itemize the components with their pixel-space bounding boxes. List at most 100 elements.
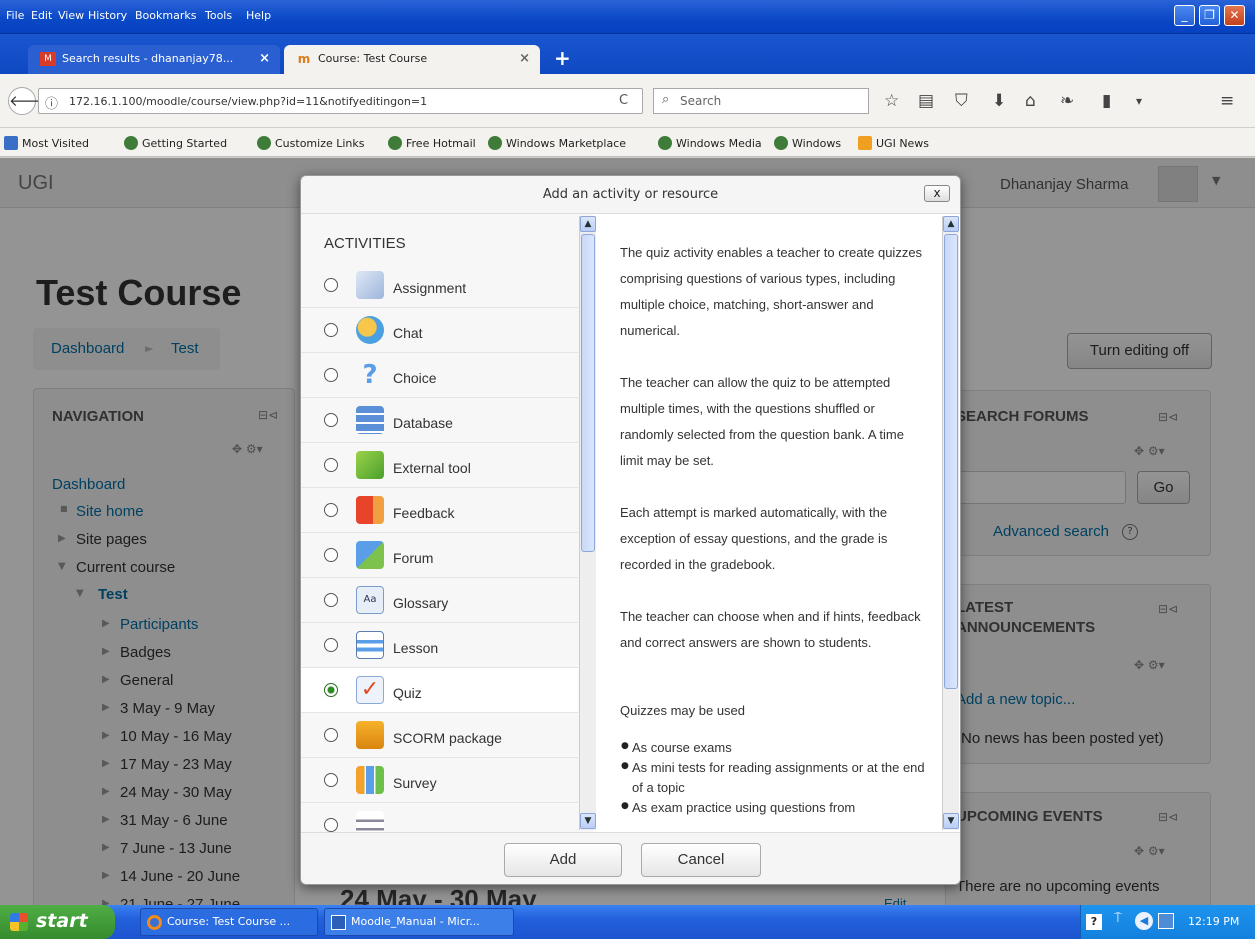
help-tray-icon[interactable]: ? [1086,914,1102,930]
tab-close-icon[interactable]: × [519,51,530,66]
radio-button[interactable] [324,638,338,652]
bookmark-most-visited[interactable]: Most Visited [4,136,89,150]
dialog-close-button[interactable]: x [924,185,950,202]
option-lesson[interactable]: Lesson [301,623,578,668]
radio-button[interactable] [324,818,338,832]
bookmark-free-hotmail[interactable]: Free Hotmail [388,136,476,150]
clock[interactable]: 12:19 PM [1188,915,1239,928]
info-icon[interactable]: ⓘ [45,93,58,112]
task-word[interactable]: Moodle_Manual - Micr... [324,908,514,936]
option-assignment[interactable]: Assignment [301,263,578,308]
radio-button[interactable] [324,323,338,337]
search-bar[interactable]: ⌕ Search [653,88,869,114]
radio-button[interactable] [324,728,338,742]
assignment-icon [356,271,384,299]
scroll-up-icon[interactable]: ▲ [580,216,596,232]
option-chat[interactable]: Chat [301,308,578,353]
arrow-left-icon[interactable]: ◀ [1135,912,1153,930]
scroll-down-icon[interactable]: ▼ [943,813,959,829]
tab-course[interactable]: m Course: Test Course × [284,45,540,74]
bookmark-getting-started[interactable]: Getting Started [124,136,227,150]
windows-logo-icon [10,913,28,931]
bookmark-windows-media[interactable]: Windows Media [658,136,762,150]
option-database[interactable]: Database [301,398,578,443]
activity-list-scrollbar[interactable]: ▲ ▼ [579,216,596,830]
back-button[interactable]: 🡐 [8,87,49,115]
menu-edit[interactable]: Edit [31,9,52,22]
globe-icon [774,136,788,150]
radio-button[interactable] [324,278,338,292]
radio-button[interactable] [324,503,338,517]
dropdown-icon[interactable]: ▾ [1136,91,1142,111]
add-button[interactable]: Add [504,843,622,877]
bookmark-label: Most Visited [22,137,89,150]
scroll-down-icon[interactable]: ▼ [580,813,596,829]
menu-help[interactable]: Help [246,9,271,22]
radio-button-selected[interactable] [324,683,338,697]
option-scorm-package[interactable]: SCORM package [301,713,578,758]
url-text[interactable]: 172.16.1.100/moodle/course/view.php?id=1… [69,95,427,108]
cancel-button[interactable]: Cancel [641,843,761,877]
new-tab-button[interactable]: + [554,46,571,70]
menu-file[interactable]: File [6,9,24,22]
option-survey[interactable]: Survey [301,758,578,803]
option-forum[interactable]: Forum [301,533,578,578]
bookmark-star-icon[interactable]: ☆ [884,91,899,111]
scroll-thumb[interactable] [581,234,595,552]
bookmark-ugi-news[interactable]: UGI News [858,136,929,150]
menu-bookmarks[interactable]: Bookmarks [135,9,196,22]
scroll-up-icon[interactable]: ▲ [943,216,959,232]
forum-icon [356,541,384,569]
radio-button[interactable] [324,368,338,382]
option-partial[interactable] [301,803,578,832]
option-glossary[interactable]: Aa Glossary [301,578,578,623]
activity-list: ACTIVITIES Assignment Chat ? Choice Data… [301,214,593,832]
pocket-icon[interactable]: ⛉ [955,91,968,111]
option-quiz[interactable]: ✓ Quiz [301,668,578,713]
menu-view[interactable]: View [58,9,84,22]
description-paragraph: The quiz activity enables a teacher to c… [620,245,923,338]
download-icon[interactable]: ⬇ [992,91,1006,111]
restore-button[interactable]: ❐ [1199,5,1220,26]
bookmark-customize-links[interactable]: Customize Links [257,136,365,150]
extension-icon[interactable]: ❧ [1060,91,1074,111]
url-bar[interactable]: ⓘ 172.16.1.100/moodle/course/view.php?id… [38,88,643,114]
radio-button[interactable] [324,548,338,562]
dialog-footer: Add Cancel [301,832,960,884]
window-close-button[interactable]: ✕ [1224,5,1245,26]
option-choice[interactable]: ? Choice [301,353,578,398]
menu-tools[interactable]: Tools [205,9,232,22]
globe-icon [124,136,138,150]
description-scrollbar[interactable]: ▲ ▼ [942,216,959,830]
reading-list-icon[interactable]: ▤ [918,91,934,111]
bookmark-windows-marketplace[interactable]: Windows Marketplace [488,136,626,150]
network-icon[interactable]: ⍑ [1114,911,1122,926]
task-firefox[interactable]: Course: Test Course ... [140,908,318,936]
radio-button[interactable] [324,458,338,472]
start-button[interactable]: start [0,905,115,939]
wiki-icon [356,811,384,832]
option-feedback[interactable]: Feedback [301,488,578,533]
home-icon[interactable]: ⌂ [1025,91,1036,111]
option-label: Feedback [393,505,455,521]
megaphone-icon [356,496,384,524]
radio-button[interactable] [324,413,338,427]
app-tray-icon[interactable] [1158,913,1174,929]
radio-button[interactable] [324,593,338,607]
tab-search-results[interactable]: M Search results - dhananjay78... × [28,45,280,74]
option-label: Chat [393,325,423,341]
hamburger-menu-icon[interactable]: ≡ [1220,91,1234,111]
scroll-thumb[interactable] [944,234,958,689]
radio-button[interactable] [324,773,338,787]
reload-icon[interactable]: C [619,93,628,108]
minimize-button[interactable]: _ [1174,5,1195,26]
option-label: Glossary [393,595,449,611]
clipboard-icon[interactable]: ▮ [1102,91,1111,111]
option-label: Quiz [393,685,422,701]
menu-history[interactable]: History [88,9,127,22]
use-list-item: As mini tests for reading assignments or… [632,760,925,795]
option-external-tool[interactable]: External tool [301,443,578,488]
dialog-header: Add an activity or resource x [301,176,960,214]
tab-close-icon[interactable]: × [259,51,270,66]
bookmark-windows[interactable]: Windows [774,136,841,150]
